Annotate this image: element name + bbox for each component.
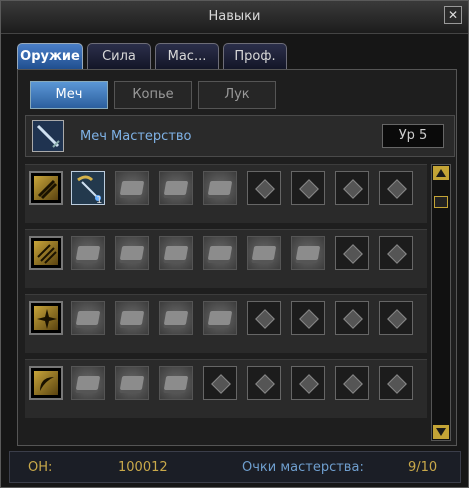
locked-skill-slot[interactable] bbox=[291, 301, 325, 335]
skill-book-icon[interactable] bbox=[159, 301, 193, 335]
skill-book-icon[interactable] bbox=[203, 171, 237, 205]
footer-bar: ОН: 100012 Очки мастерства: 9/10 bbox=[9, 451, 461, 483]
mastery-points-label: Очки мастерства: bbox=[242, 460, 364, 475]
burst-icon bbox=[29, 301, 63, 335]
skill-book-icon[interactable] bbox=[159, 236, 193, 270]
tab-mastery[interactable]: Мас... bbox=[155, 43, 219, 70]
multi-slash-icon bbox=[29, 236, 63, 270]
skills-window: Навыки ✕ Оружие Сила Мас... Проф. Меч Ко… bbox=[0, 0, 469, 488]
title-bar[interactable]: Навыки ✕ bbox=[1, 1, 468, 34]
mastery-bar: Меч Мастерство Ур 5 bbox=[25, 115, 455, 157]
skill-row bbox=[25, 359, 427, 418]
scroll-thumb[interactable] bbox=[434, 196, 448, 208]
skill-book-icon[interactable] bbox=[115, 366, 149, 400]
close-button[interactable]: ✕ bbox=[444, 6, 462, 24]
skill-book-icon[interactable] bbox=[71, 301, 105, 335]
locked-skill-slot[interactable] bbox=[379, 366, 413, 400]
locked-skill-slot[interactable] bbox=[335, 171, 369, 205]
locked-skill-slot[interactable] bbox=[291, 366, 325, 400]
points-label: ОН: bbox=[28, 460, 53, 475]
scroll-up-button[interactable] bbox=[433, 166, 449, 180]
locked-skill-slot[interactable] bbox=[247, 301, 281, 335]
locked-skill-slot[interactable] bbox=[291, 171, 325, 205]
locked-skill-slot[interactable] bbox=[247, 366, 281, 400]
skill-row bbox=[25, 164, 427, 223]
locked-skill-slot[interactable] bbox=[203, 366, 237, 400]
skill-book-icon[interactable] bbox=[71, 366, 105, 400]
skill-book-icon[interactable] bbox=[203, 301, 237, 335]
locked-skill-slot[interactable] bbox=[379, 171, 413, 205]
mastery-points-value: 9/10 bbox=[408, 460, 438, 475]
skill-book-icon[interactable] bbox=[159, 366, 193, 400]
crescent-slash-icon bbox=[29, 366, 63, 400]
skill-book-icon[interactable] bbox=[115, 171, 149, 205]
subtab-bow[interactable]: Лук bbox=[198, 81, 276, 109]
subtab-spear[interactable]: Копье bbox=[114, 81, 192, 109]
locked-skill-slot[interactable] bbox=[335, 366, 369, 400]
tab-weapon[interactable]: Оружие bbox=[17, 43, 83, 70]
skill-book-icon[interactable] bbox=[115, 301, 149, 335]
learned-count: 1 bbox=[96, 195, 103, 206]
skill-book-icon[interactable] bbox=[203, 236, 237, 270]
subtab-sword[interactable]: Меч bbox=[30, 81, 108, 109]
locked-skill-slot[interactable] bbox=[335, 301, 369, 335]
mastery-name: Меч Мастерство bbox=[80, 129, 192, 144]
scroll-down-button[interactable] bbox=[433, 425, 449, 439]
points-value: 100012 bbox=[118, 460, 168, 475]
mastery-level: Ур 5 bbox=[382, 124, 444, 148]
scrollbar[interactable] bbox=[431, 164, 451, 441]
tab-strength[interactable]: Сила bbox=[87, 43, 151, 70]
locked-skill-slot[interactable] bbox=[247, 171, 281, 205]
locked-skill-slot[interactable] bbox=[379, 236, 413, 270]
locked-skill-slot[interactable] bbox=[335, 236, 369, 270]
skill-book-icon[interactable] bbox=[159, 171, 193, 205]
claw-slash-icon bbox=[29, 171, 63, 205]
sword-icon bbox=[32, 120, 64, 152]
skill-book-icon[interactable] bbox=[115, 236, 149, 270]
skill-book-icon[interactable] bbox=[71, 236, 105, 270]
tab-profession[interactable]: Проф. bbox=[223, 43, 287, 70]
skill-row bbox=[25, 294, 427, 353]
skill-row bbox=[25, 229, 427, 288]
locked-skill-slot[interactable] bbox=[379, 301, 413, 335]
skill-book-icon[interactable] bbox=[291, 236, 325, 270]
skill-book-icon[interactable] bbox=[247, 236, 281, 270]
window-title: Навыки bbox=[208, 9, 261, 24]
